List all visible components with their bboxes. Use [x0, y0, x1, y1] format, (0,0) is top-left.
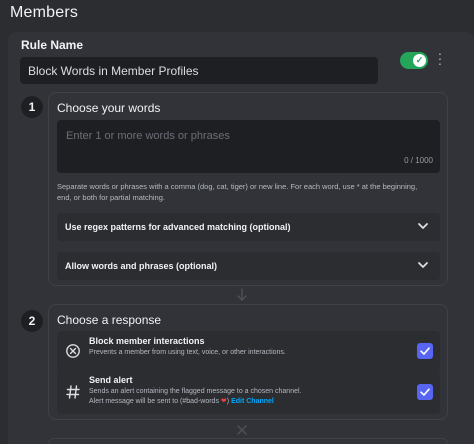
- action-description: Sends an alert containing the flagged me…: [89, 388, 302, 405]
- chevron-down-icon: [418, 262, 428, 268]
- check-icon: ✓: [413, 54, 426, 67]
- allow-words-collapse-row[interactable]: Allow words and phrases (optional): [57, 252, 440, 280]
- action-checkbox[interactable]: [417, 384, 433, 400]
- alert-channel-text: Alert message will be sent to (#bad-word…: [89, 398, 219, 405]
- regex-collapse-row[interactable]: Use regex patterns for advanced matching…: [57, 213, 440, 241]
- next-section-edge: [48, 438, 448, 444]
- channel-hash-icon: [66, 385, 80, 399]
- check-icon: [420, 388, 430, 396]
- keyword-helper-text: Separate words or phrases with a comma (…: [57, 182, 418, 202]
- action-checkbox[interactable]: [417, 343, 433, 359]
- allow-words-collapse-label: Allow words and phrases (optional): [65, 261, 218, 271]
- rule-name-label: Rule Name: [21, 38, 84, 52]
- action-title: Send alert: [89, 375, 133, 385]
- keyword-textarea-placeholder: Enter 1 or more words or phrases: [66, 130, 230, 142]
- rule-enabled-toggle[interactable]: ✓: [400, 52, 428, 69]
- keyword-textarea[interactable]: Enter 1 or more words or phrases 0 / 100…: [57, 120, 440, 173]
- block-icon: [66, 344, 80, 358]
- close-icon: [237, 425, 247, 435]
- check-icon: [420, 347, 430, 355]
- step2-title: Choose a response: [57, 313, 162, 327]
- action-title: Block member interactions: [89, 336, 205, 346]
- more-options-icon[interactable]: · · ·: [436, 46, 444, 70]
- action-row-block-interactions[interactable]: Block member interactions Prevents a mem…: [57, 331, 440, 371]
- rule-name-input[interactable]: Block Words in Member Profiles: [20, 57, 378, 84]
- chevron-down-icon: [418, 223, 428, 229]
- action-row-send-alert[interactable]: Send alert Sends an alert containing the…: [57, 370, 440, 414]
- arrow-down-icon: [237, 288, 247, 301]
- step-number-2: 2: [21, 310, 43, 332]
- step1-title: Choose your words: [57, 101, 161, 115]
- step-number-1: 1: [21, 96, 43, 118]
- edit-channel-link[interactable]: Edit Channel: [231, 398, 274, 405]
- page-header-title: Members: [10, 4, 79, 21]
- regex-collapse-label: Use regex patterns for advanced matching…: [65, 222, 291, 232]
- char-count: 0 / 1000: [404, 156, 433, 165]
- action-description: Prevents a member from using text, voice…: [89, 349, 286, 356]
